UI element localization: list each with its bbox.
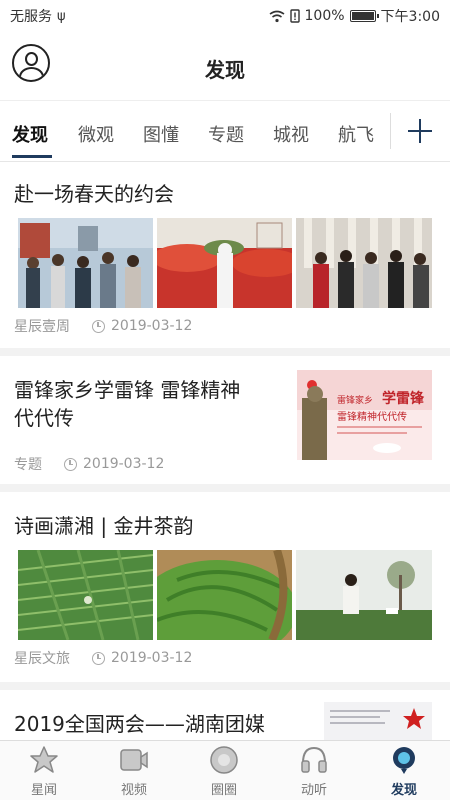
tabbar-item-audio[interactable]: 动听 [284, 745, 344, 798]
article-image-3 [296, 218, 432, 308]
tab-aerial[interactable]: 航飞 [338, 121, 374, 147]
news-feed[interactable]: 赴一场春天的约会 星辰壹周 2019-03-12 雷锋家乡学雷锋 雷锋精神 代代… [0, 162, 450, 740]
article-date: 2019-03-12 [111, 650, 193, 666]
feed-separator [0, 682, 450, 690]
discover-icon [389, 745, 419, 775]
article-meta: 星辰文旅 2019-03-12 [14, 648, 192, 668]
add-channel-icon[interactable] [408, 119, 432, 143]
thumb-caption-3: 雷锋精神代代传 [337, 410, 407, 423]
carrier-label: 无服务 [10, 9, 52, 25]
article-thumbnail [324, 702, 432, 740]
tabbar-label: 动听 [300, 783, 327, 798]
star-icon [29, 745, 59, 775]
active-tab-indicator [12, 155, 52, 158]
article-title: 雷锋家乡学雷锋 雷锋精神 代代传 [14, 376, 240, 432]
article-card[interactable]: 赴一场春天的约会 星辰壹周 2019-03-12 [0, 162, 450, 348]
feed-separator [0, 484, 450, 492]
tab-micro[interactable]: 微观 [78, 121, 114, 147]
article-image-2 [157, 550, 292, 640]
bottom-tab-bar: 星闻 视频 圈圈 动听 发现 [0, 740, 450, 800]
article-image-3 [296, 550, 432, 640]
article-source: 专题 [14, 457, 42, 473]
clock-icon [64, 457, 77, 471]
article-title: 2019全国两会——湖南团媒 [14, 712, 265, 736]
article-title-line: 代代传 [14, 406, 74, 430]
thumb-caption-1: 雷锋家乡 [337, 394, 373, 406]
tabbar-label: 发现 [390, 783, 417, 798]
clock-icon [92, 651, 105, 665]
tabbar-label: 星闻 [30, 783, 57, 798]
battery-icon [349, 10, 379, 22]
feed-separator [0, 348, 450, 356]
tabs-divider [390, 113, 391, 149]
article-title: 诗画潇湘 | 金井茶韵 [14, 514, 194, 538]
article-card[interactable]: 雷锋家乡学雷锋 雷锋精神 代代传 雷锋家乡 学雷锋 雷锋精神代代传 专题 201… [0, 356, 450, 484]
video-icon [119, 745, 149, 775]
thumb-caption-2: 学雷锋 [382, 390, 425, 407]
article-meta: 专题 2019-03-12 [14, 454, 164, 474]
headphones-icon [299, 745, 329, 775]
tab-topics[interactable]: 专题 [208, 121, 244, 147]
article-card[interactable]: 诗画潇湘 | 金井茶韵 星辰文旅 2019-03-12 [0, 492, 450, 682]
tabbar-label: 圈圈 [210, 783, 237, 798]
article-date: 2019-03-12 [83, 456, 165, 472]
tabbar-item-circle[interactable]: 圈圈 [194, 745, 254, 798]
alert-icon [289, 9, 300, 23]
category-tabs: 发现 微观 图懂 专题 城视 航飞 [0, 100, 450, 162]
wifi-icon [269, 10, 284, 22]
article-title-line: 雷锋家乡学雷锋 雷锋精神 [14, 378, 241, 402]
tabbar-label: 视频 [120, 783, 147, 798]
clock-time: 下午3:00 [380, 9, 440, 25]
status-bar: 无服务 ψ 100% 下午3:00 [0, 0, 450, 32]
article-meta: 星辰壹周 2019-03-12 [14, 316, 192, 336]
page-title: 发现 [205, 58, 245, 82]
article-thumbnail: 雷锋家乡 学雷锋 雷锋精神代代传 [297, 370, 432, 460]
tab-city-view[interactable]: 城视 [273, 121, 309, 147]
usb-icon: ψ [57, 8, 66, 24]
article-date: 2019-03-12 [111, 318, 193, 334]
article-image-1 [18, 218, 153, 308]
tab-graphic[interactable]: 图懂 [143, 121, 179, 147]
article-source: 星辰壹周 [14, 319, 70, 335]
circle-icon [209, 745, 239, 775]
article-card[interactable]: 2019全国两会——湖南团媒 [0, 690, 450, 740]
tab-discover[interactable]: 发现 [12, 121, 48, 147]
article-source: 星辰文旅 [14, 651, 70, 667]
tabbar-item-video[interactable]: 视频 [104, 745, 164, 798]
article-title: 赴一场春天的约会 [14, 182, 174, 206]
battery-percent: 100% [304, 8, 345, 24]
article-image-2 [157, 218, 292, 308]
clock-icon [92, 319, 105, 333]
article-image-1 [18, 550, 153, 640]
app-header: 发现 [0, 32, 450, 100]
tabbar-item-discover[interactable]: 发现 [374, 745, 434, 798]
tabbar-item-news[interactable]: 星闻 [14, 745, 74, 798]
